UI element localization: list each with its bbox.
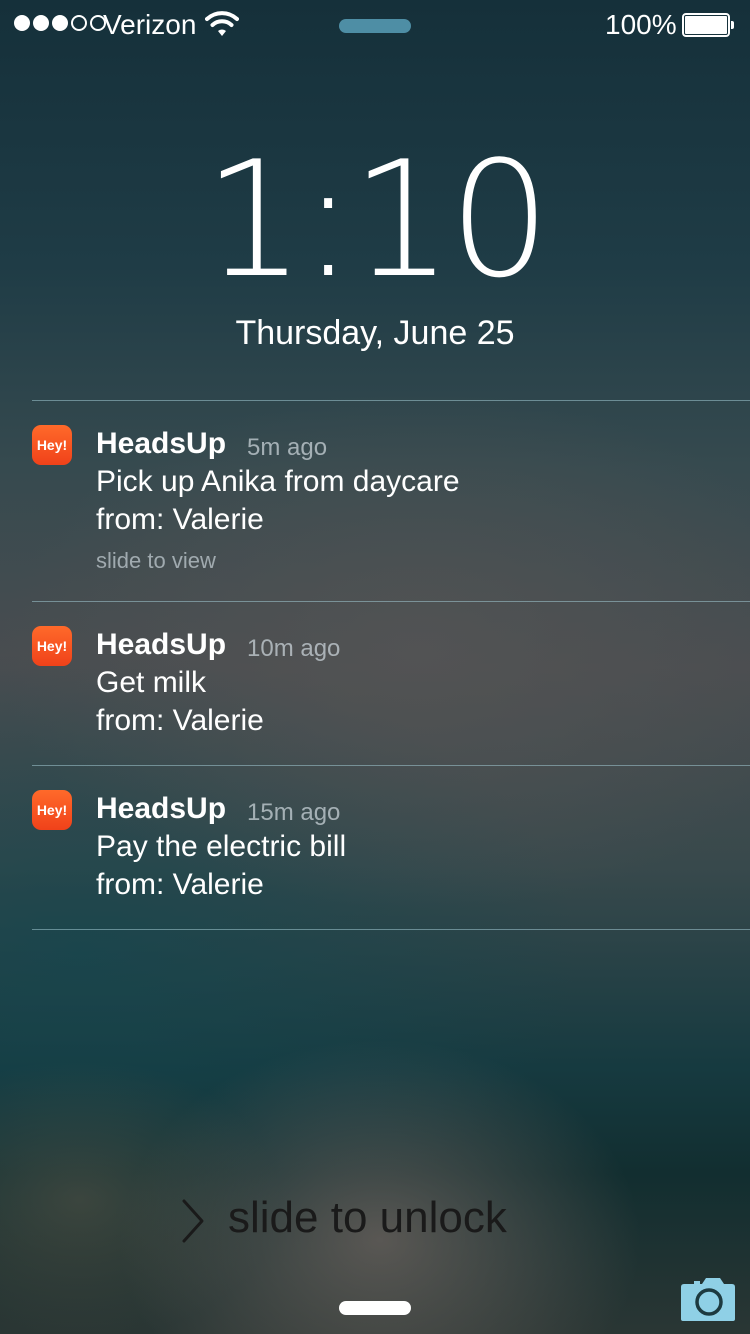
status-bar: Verizon 100% [0, 0, 750, 50]
notification-sender: from: Valerie [96, 868, 264, 901]
notification-item[interactable]: Hey! HeadsUp 15m ago Pay the electric bi… [0, 766, 750, 929]
signal-strength-icon [14, 15, 106, 31]
notification-time: 15m ago [247, 799, 341, 826]
notification-sender: from: Valerie [96, 503, 264, 536]
notification-time: 5m ago [247, 434, 328, 461]
battery-level-fill [685, 16, 727, 34]
lock-screen-time: 1:10 [203, 126, 550, 313]
notification-message: Pay the electric bill [96, 830, 347, 863]
carrier-name: Verizon [103, 9, 197, 40]
app-icon: Hey! [32, 626, 72, 666]
notification-center-grabber[interactable] [339, 19, 411, 33]
app-icon: Hey! [32, 425, 72, 465]
notification-message: Get milk [96, 666, 207, 699]
notification-sender: from: Valerie [96, 704, 264, 737]
notification-time: 10m ago [247, 635, 341, 662]
notification-app-name: HeadsUp [96, 427, 227, 460]
notification-divider [32, 929, 750, 930]
notification-message: Pick up Anika from daycare [96, 465, 460, 498]
lock-screen-date: Thursday, June 25 [235, 314, 515, 352]
battery-icon [682, 13, 734, 37]
slide-to-unlock[interactable]: slide to unlock [180, 1190, 580, 1246]
slide-to-unlock-label: slide to unlock [228, 1193, 507, 1242]
camera-icon[interactable] [680, 1276, 736, 1327]
notification-item[interactable]: Hey! HeadsUp 5m ago Pick up Anika from d… [0, 401, 750, 601]
app-icon: Hey! [32, 790, 72, 830]
chevron-right-icon [180, 1198, 206, 1249]
notification-item[interactable]: Hey! HeadsUp 10m ago Get milk from: Vale… [0, 602, 750, 765]
control-center-grabber[interactable] [339, 1301, 411, 1315]
wifi-icon [205, 10, 239, 43]
battery-percent: 100% [605, 9, 677, 40]
notification-app-name: HeadsUp [96, 792, 227, 825]
slide-to-view-hint: slide to view [96, 548, 216, 573]
notification-app-name: HeadsUp [96, 628, 227, 661]
